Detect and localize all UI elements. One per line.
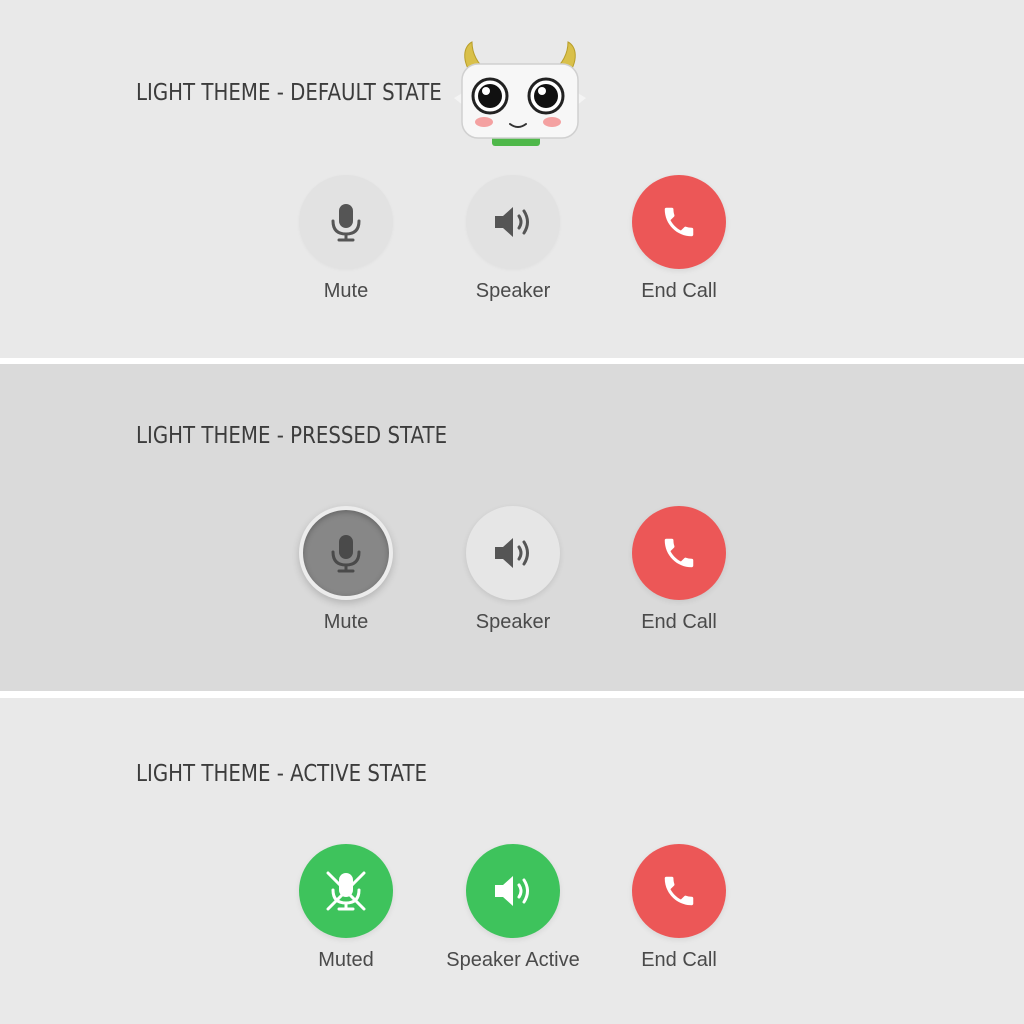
phone-icon xyxy=(664,876,694,906)
microphone-icon xyxy=(331,204,361,242)
speaker-icon xyxy=(495,876,529,906)
active-state-panel: LIGHT THEME - ACTIVE STATE Muted Speaker… xyxy=(0,698,1024,1024)
panel-title: LIGHT THEME - PRESSED STATE xyxy=(136,423,448,449)
speaker-button[interactable] xyxy=(466,175,560,269)
phone-icon xyxy=(664,538,694,568)
speaker-icon xyxy=(495,538,529,568)
end-call-button[interactable] xyxy=(632,844,726,938)
default-state-panel: LIGHT THEME - DEFAULT STATE Mute Speaker… xyxy=(0,0,1024,358)
speaker-button[interactable] xyxy=(466,506,560,600)
mute-button[interactable] xyxy=(299,506,393,600)
speaker-icon xyxy=(495,207,529,237)
muted-button[interactable] xyxy=(299,844,393,938)
speaker-active-button[interactable] xyxy=(466,844,560,938)
panel-title: LIGHT THEME - DEFAULT STATE xyxy=(136,80,442,106)
end-call-control: End Call xyxy=(579,506,779,646)
end-call-label: End Call xyxy=(641,949,717,971)
end-call-label: End Call xyxy=(641,280,717,302)
end-call-control: End Call xyxy=(579,175,779,315)
microphone-icon xyxy=(331,535,361,573)
end-call-control: End Call xyxy=(579,844,779,984)
microphone-muted-icon xyxy=(326,871,366,911)
pressed-state-panel: LIGHT THEME - PRESSED STATE Mute Speaker xyxy=(0,364,1024,691)
phone-icon xyxy=(664,207,694,237)
mute-button[interactable] xyxy=(299,175,393,269)
mascot-icon xyxy=(454,41,586,146)
end-call-label: End Call xyxy=(641,611,717,633)
panel-title: LIGHT THEME - ACTIVE STATE xyxy=(136,761,428,787)
end-call-button[interactable] xyxy=(632,506,726,600)
end-call-button[interactable] xyxy=(632,175,726,269)
